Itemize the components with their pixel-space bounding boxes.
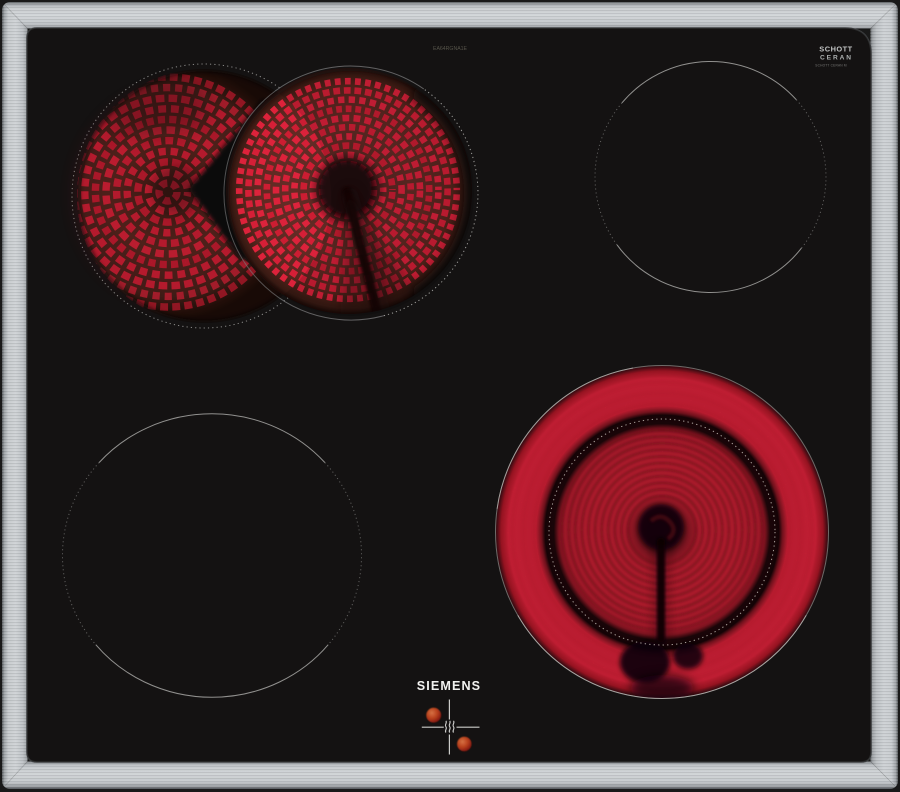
svg-text:SCHOTT CERAN M: SCHOTT CERAN M — [815, 64, 847, 68]
svg-text:EA64RGNA1E: EA64RGNA1E — [433, 46, 468, 52]
svg-text:SIEMENS: SIEMENS — [417, 679, 481, 693]
svg-text:SCHOTT: SCHOTT — [819, 45, 852, 54]
svg-text:CERAN: CERAN — [820, 55, 853, 62]
